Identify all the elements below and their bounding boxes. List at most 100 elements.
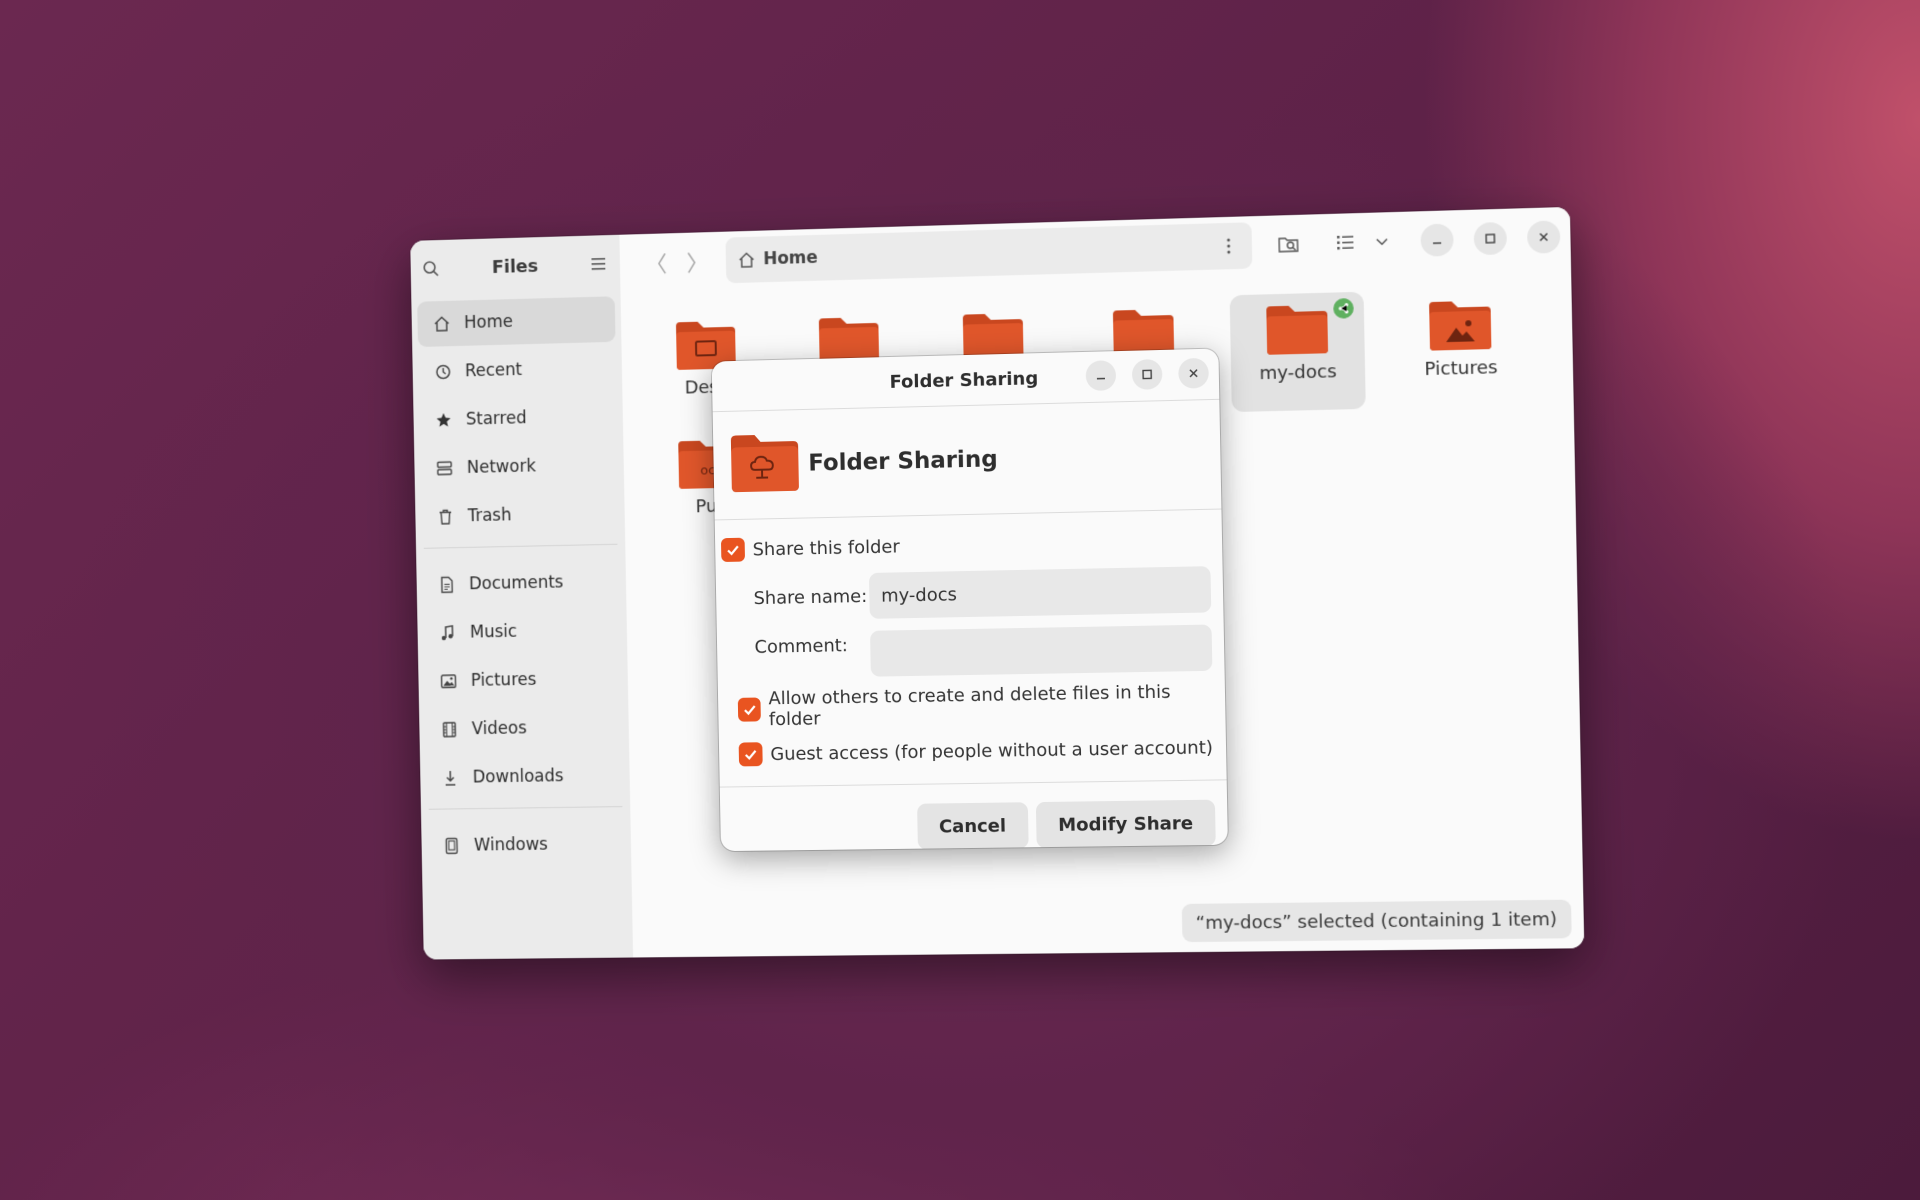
back-icon: 〈 <box>645 252 668 278</box>
music-icon <box>437 624 459 642</box>
allow-write-checkbox-row[interactable]: Allow others to create and delete files … <box>737 681 1214 731</box>
sidebar-item-label: Trash <box>467 505 512 527</box>
back-button[interactable]: 〈 <box>635 243 677 282</box>
sidebar-item-recent[interactable]: Recent <box>418 345 616 395</box>
maximize-icon <box>1484 229 1497 249</box>
network-folder-icon <box>729 431 801 498</box>
sidebar-item-videos[interactable]: Videos <box>425 704 623 753</box>
sidebar-item-starred[interactable]: Starred <box>419 393 617 443</box>
comment-label: Comment: <box>754 635 848 658</box>
search-icon[interactable] <box>422 260 440 278</box>
desktop-scene: Files Home Recent Starred Network Trash … <box>0 0 1920 1200</box>
clock-icon <box>432 363 454 381</box>
sidebar-item-home[interactable]: Home <box>417 296 616 348</box>
folder-sharing-dialog: Folder Sharing Folder Sharing Share this… <box>711 348 1228 852</box>
path-label[interactable]: Home <box>763 248 818 269</box>
search-button[interactable] <box>1266 225 1311 265</box>
sidebar-item-windows[interactable]: Windows <box>427 821 625 869</box>
sidebar-divider <box>428 806 623 810</box>
guest-access-checkbox-row[interactable]: Guest access (for people without a user … <box>738 735 1215 767</box>
home-icon <box>737 251 755 269</box>
minimize-button[interactable] <box>1420 223 1454 257</box>
dialog-body: Share this folder Share name: Comment: A… <box>714 509 1227 788</box>
forward-button[interactable]: 〉 <box>676 242 718 281</box>
file-item-my-docs[interactable]: my-docs <box>1229 291 1366 413</box>
sidebar-item-label: Documents <box>468 572 564 595</box>
dialog-close-button[interactable] <box>1178 357 1209 389</box>
list-view-button[interactable] <box>1323 223 1368 263</box>
comment-input[interactable] <box>869 624 1213 677</box>
close-icon <box>1187 364 1199 383</box>
minimize-icon <box>1095 366 1107 385</box>
dialog-banner: Folder Sharing <box>712 399 1222 521</box>
checkmark-icon <box>725 542 741 558</box>
sidebar-item-label: Network <box>466 456 537 478</box>
sidebar-item-label: Recent <box>464 360 523 382</box>
chevron-down-icon <box>1375 236 1389 247</box>
network-icon <box>434 459 456 477</box>
sidebar-item-label: Downloads <box>472 766 564 788</box>
shared-folder-icon <box>1264 303 1330 357</box>
forward-icon: 〉 <box>686 251 709 277</box>
view-options-button[interactable] <box>1367 222 1396 261</box>
home-icon <box>431 315 453 333</box>
maximize-icon <box>1141 365 1153 384</box>
close-icon <box>1537 227 1550 247</box>
sidebar-header: Files <box>410 235 620 298</box>
dialog-title: Folder Sharing <box>889 367 1039 393</box>
sidebar-item-network[interactable]: Network <box>420 442 618 492</box>
sidebar-item-label: Pictures <box>470 669 537 691</box>
guest-access-checkbox[interactable] <box>738 742 763 767</box>
allow-write-checkbox[interactable] <box>737 697 762 722</box>
dialog-actions: Cancel Modify Share <box>720 780 1228 851</box>
share-folder-checkbox-row[interactable]: Share this folder <box>720 528 1210 563</box>
maximize-button[interactable] <box>1473 221 1508 256</box>
modify-share-button[interactable]: Modify Share <box>1035 799 1216 849</box>
sidebar-item-downloads[interactable]: Downloads <box>426 753 624 801</box>
checkmark-icon <box>743 746 759 762</box>
dialog-minimize-button[interactable] <box>1085 360 1117 392</box>
file-name: my-docs <box>1259 361 1337 385</box>
share-folder-label: Share this folder <box>752 535 900 560</box>
sidebar-item-label: Home <box>463 311 514 333</box>
status-bar: “my-docs” selected (containing 1 item) <box>1181 899 1572 943</box>
download-icon <box>440 769 462 787</box>
document-icon <box>436 576 458 594</box>
path-bar[interactable]: Home <box>725 222 1253 284</box>
search-icon <box>1277 234 1300 255</box>
file-name: Pictures <box>1424 357 1498 381</box>
sidebar-item-music[interactable]: Music <box>423 607 621 656</box>
sidebar-item-label: Starred <box>465 408 527 430</box>
cancel-button[interactable]: Cancel <box>916 802 1029 850</box>
file-item-pictures[interactable]: Pictures <box>1392 287 1529 408</box>
guest-access-label: Guest access (for people without a user … <box>770 736 1214 765</box>
dialog-window-controls <box>1069 357 1209 392</box>
sidebar-item-label: Videos <box>471 718 527 740</box>
pictures-folder-icon <box>1427 298 1494 352</box>
dialog-maximize-button[interactable] <box>1131 358 1163 390</box>
picture-icon <box>438 672 460 690</box>
app-title: Files <box>491 255 539 278</box>
sidebar-item-label: Music <box>469 621 518 643</box>
dialog-heading: Folder Sharing <box>808 446 998 477</box>
hamburger-icon[interactable] <box>590 257 606 271</box>
sidebar-item-documents[interactable]: Documents <box>422 559 620 608</box>
drive-icon <box>441 837 463 855</box>
share-folder-checkbox[interactable] <box>720 537 746 563</box>
share-icon <box>1333 298 1354 319</box>
more-icon[interactable] <box>1226 237 1232 255</box>
sidebar-item-trash[interactable]: Trash <box>421 490 619 540</box>
sidebar-divider <box>423 543 618 549</box>
minimize-icon <box>1431 230 1444 250</box>
sidebar-item-label: Windows <box>473 834 548 856</box>
share-name-row: Share name: <box>753 566 1212 621</box>
allow-write-label: Allow others to create and delete files … <box>768 681 1171 731</box>
trash-icon <box>435 508 457 526</box>
share-name-input[interactable] <box>868 566 1212 619</box>
sidebar-places: Home Recent Starred Network Trash Docume… <box>411 292 631 876</box>
sidebar-item-pictures[interactable]: Pictures <box>424 656 622 705</box>
film-icon <box>439 721 461 739</box>
comment-row: Comment: <box>754 624 1213 679</box>
sidebar: Files Home Recent Starred Network Trash … <box>410 234 635 960</box>
close-button[interactable] <box>1526 220 1561 254</box>
